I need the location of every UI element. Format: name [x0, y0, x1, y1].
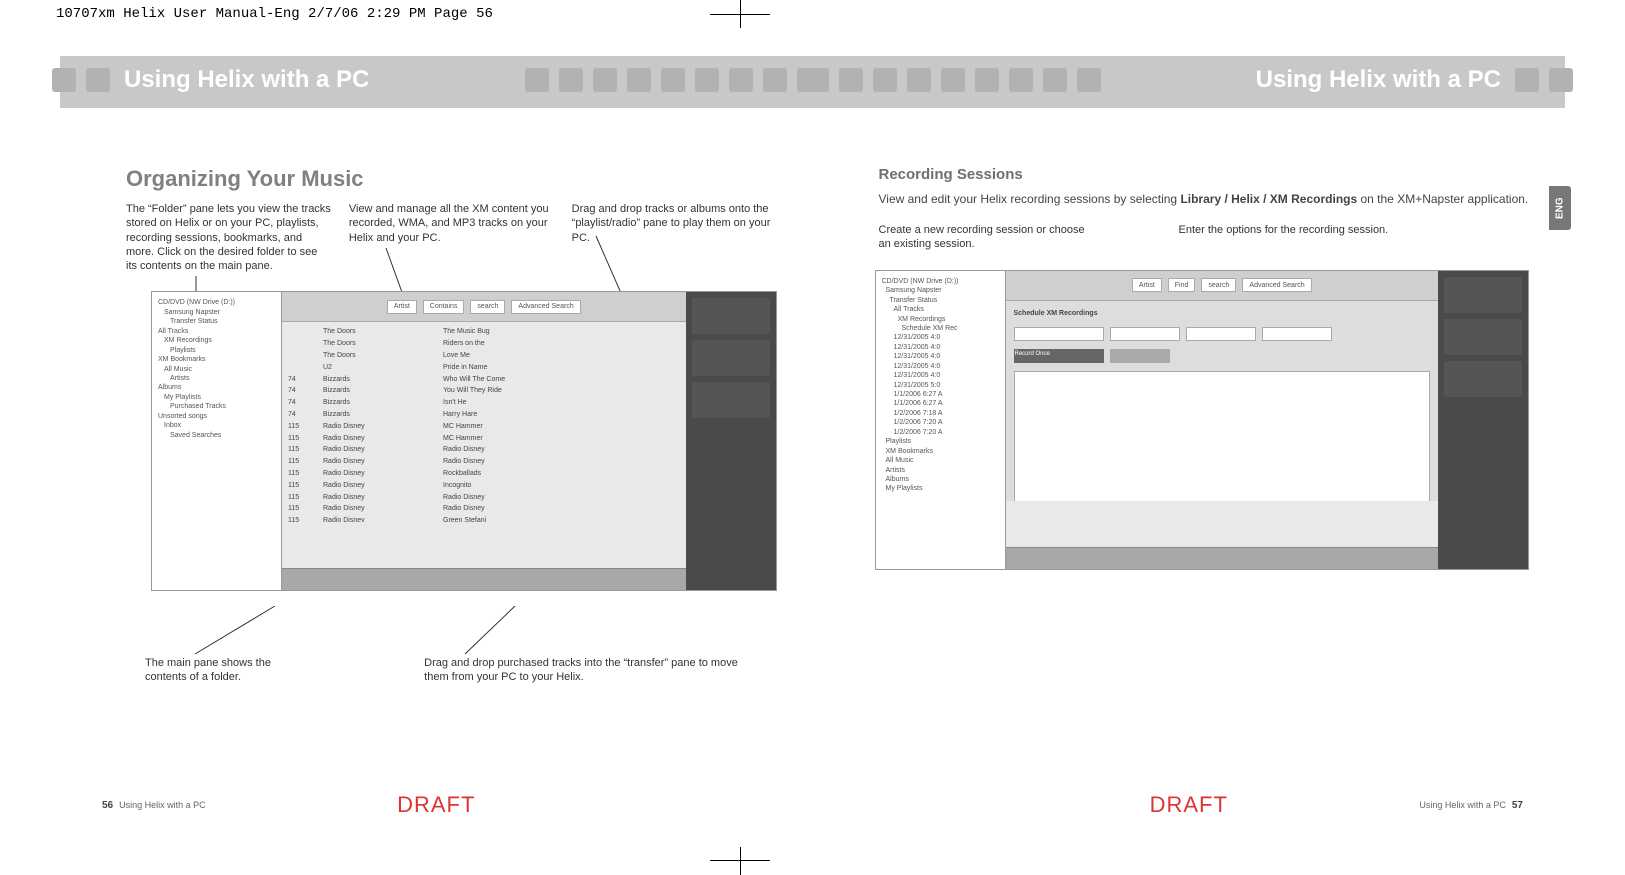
- page-57: ENG Using Helix with a PC Recording Sess…: [813, 56, 1566, 826]
- callout-xm-content: View and manage all the XM content you r…: [349, 202, 554, 273]
- callout-enter-options: Enter the options for the recording sess…: [1179, 223, 1439, 252]
- callout-folder-pane: The “Folder” pane lets you view the trac…: [126, 202, 331, 273]
- lower-callouts: The main pane shows the contents of a fo…: [145, 656, 753, 685]
- banner-title: Using Helix with a PC: [1256, 66, 1501, 94]
- content-left: Organizing Your Music The “Folder” pane …: [126, 166, 777, 591]
- schedule-panel: Schedule XM Recordings Record Once: [1006, 301, 1439, 501]
- draft-stamp: DRAFT: [1150, 792, 1228, 818]
- footer-title: Using Helix with a PC: [119, 800, 206, 810]
- callout-main-pane: The main pane shows the contents of a fo…: [145, 656, 314, 685]
- content-right: Recording Sessions View and edit your He…: [879, 166, 1530, 570]
- subheading: Recording Sessions: [879, 166, 1530, 183]
- callout-drag-drop: Drag and drop tracks or albums onto the …: [572, 202, 777, 273]
- page-spread: Using Helix with a PC Organizing Your Mu…: [60, 56, 1565, 826]
- intro-text: View and edit your Helix recording sessi…: [879, 191, 1530, 207]
- screenshot-footer: [1006, 547, 1439, 569]
- eng-tab: ENG: [1549, 186, 1571, 230]
- banner: Using Helix with a PC: [813, 56, 1566, 108]
- callout-transfer: Drag and drop purchased tracks into the …: [424, 656, 752, 685]
- screenshot-recording: CD/DVD (NW Drive (D:))Samsung NapsterTra…: [875, 270, 1530, 570]
- page-number: 57: [1512, 800, 1523, 811]
- screenshot-footer: [282, 568, 686, 590]
- callout-create-session: Create a new recording session or choose…: [879, 223, 1089, 252]
- heading: Organizing Your Music: [126, 166, 777, 192]
- screenshot-organizing: CD/DVD (NW Drive (D:))Samsung NapsterTra…: [151, 291, 777, 591]
- banner-title: Using Helix with a PC: [124, 66, 369, 94]
- screenshot-toolbar: ArtistContainssearchAdvanced Search: [282, 292, 686, 322]
- screenshot-toolbar: ArtistFindsearchAdvanced Search: [1006, 271, 1439, 301]
- page-number: 56: [102, 800, 113, 811]
- banner: Using Helix with a PC: [60, 56, 813, 108]
- playlist-pane: [686, 292, 776, 590]
- folder-tree: CD/DVD (NW Drive (D:))Samsung NapsterTra…: [152, 292, 282, 590]
- draft-stamp: DRAFT: [397, 792, 475, 818]
- screenshot-main: ArtistFindsearchAdvanced Search Schedule…: [1006, 271, 1439, 569]
- page-56: Using Helix with a PC Organizing Your Mu…: [60, 56, 813, 826]
- folder-tree: CD/DVD (NW Drive (D:))Samsung NapsterTra…: [876, 271, 1006, 569]
- footer-title: Using Helix with a PC: [1419, 800, 1506, 810]
- track-list: The DoorsThe Music BugThe DoorsRiders on…: [282, 322, 686, 522]
- screenshot-main: ArtistContainssearchAdvanced Search The …: [282, 292, 686, 590]
- print-slug: 10707xm Helix User Manual-Eng 2/7/06 2:2…: [56, 6, 493, 22]
- playlist-pane: [1438, 271, 1528, 569]
